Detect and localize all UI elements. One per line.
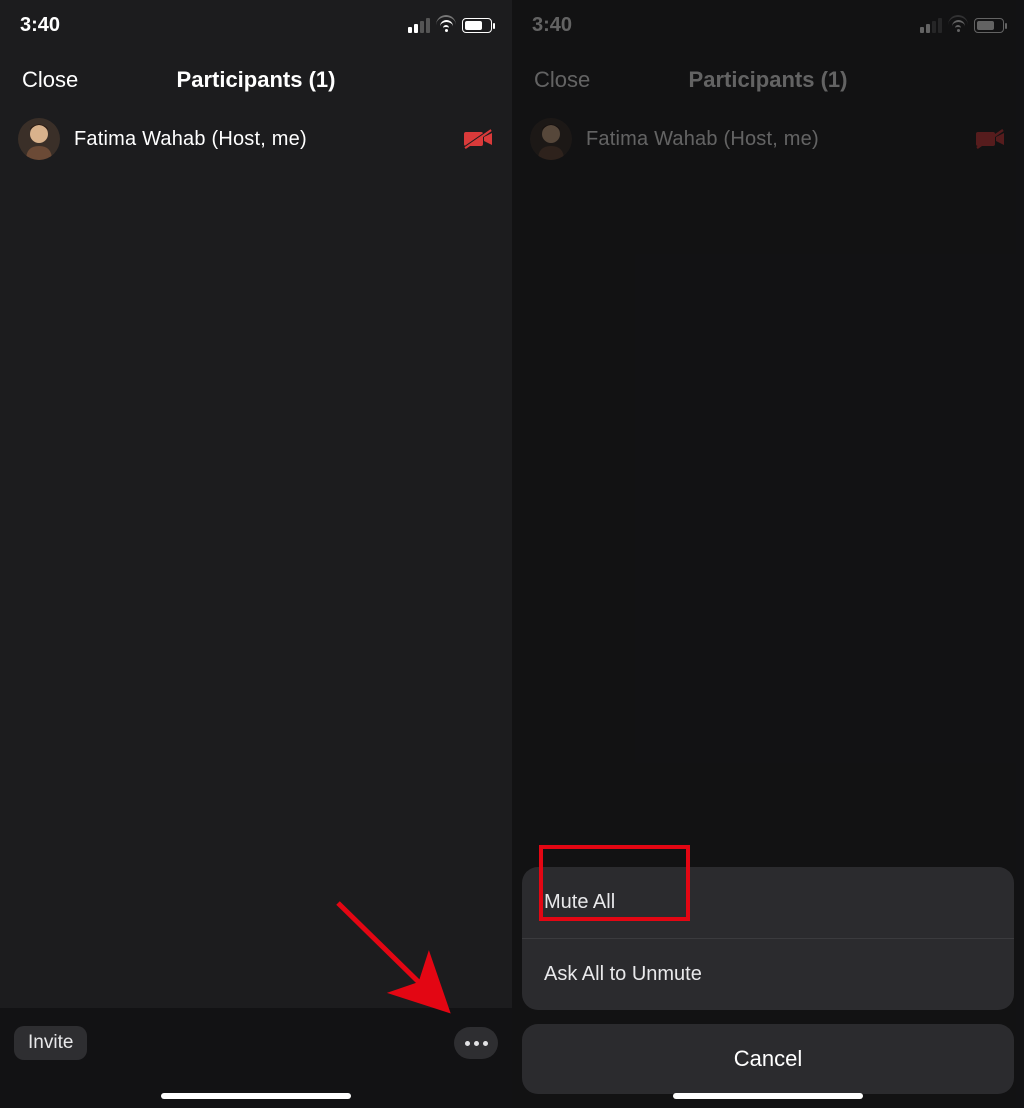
close-button[interactable]: Close	[534, 67, 590, 93]
participant-name: Fatima Wahab (Host, me)	[74, 128, 450, 151]
nav-bar: Close Participants (1)	[0, 50, 512, 110]
battery-icon	[462, 18, 492, 33]
participant-row[interactable]: Fatima Wahab (Host, me)	[512, 110, 1024, 168]
page-title: Participants (1)	[689, 67, 848, 93]
ask-all-to-unmute-option[interactable]: Ask All to Unmute	[522, 939, 1014, 1010]
phone-screen-left: 3:40 Close Participants (1)	[0, 0, 512, 1108]
status-indicators	[408, 17, 492, 33]
annotation-arrow	[330, 895, 460, 1025]
status-bar: 3:40	[512, 0, 1024, 50]
more-button[interactable]	[454, 1027, 498, 1059]
action-sheet: Mute All Ask All to Unmute Cancel	[522, 867, 1014, 1094]
avatar	[530, 118, 572, 160]
cancel-button[interactable]: Cancel	[522, 1024, 1014, 1094]
mute-all-option[interactable]: Mute All	[522, 867, 1014, 939]
cellular-signal-icon	[408, 18, 430, 33]
camera-off-icon	[976, 128, 1006, 150]
home-indicator[interactable]	[161, 1093, 351, 1099]
status-time: 3:40	[532, 14, 572, 37]
cellular-signal-icon	[920, 18, 942, 33]
invite-button[interactable]: Invite	[14, 1026, 87, 1060]
battery-icon	[974, 18, 1004, 33]
participant-row[interactable]: Fatima Wahab (Host, me)	[0, 110, 512, 168]
wifi-icon	[948, 17, 968, 33]
nav-bar: Close Participants (1)	[512, 50, 1024, 110]
phone-screen-right: 3:40 Close Participants (1)	[512, 0, 1024, 1108]
close-button[interactable]: Close	[22, 67, 78, 93]
participant-name: Fatima Wahab (Host, me)	[586, 128, 962, 151]
camera-off-icon	[464, 128, 494, 150]
action-sheet-group: Mute All Ask All to Unmute	[522, 867, 1014, 1010]
wifi-icon	[436, 17, 456, 33]
status-time: 3:40	[20, 14, 60, 37]
page-title: Participants (1)	[177, 67, 336, 93]
status-bar: 3:40	[0, 0, 512, 50]
avatar	[18, 118, 60, 160]
home-indicator[interactable]	[673, 1093, 863, 1099]
status-indicators	[920, 17, 1004, 33]
